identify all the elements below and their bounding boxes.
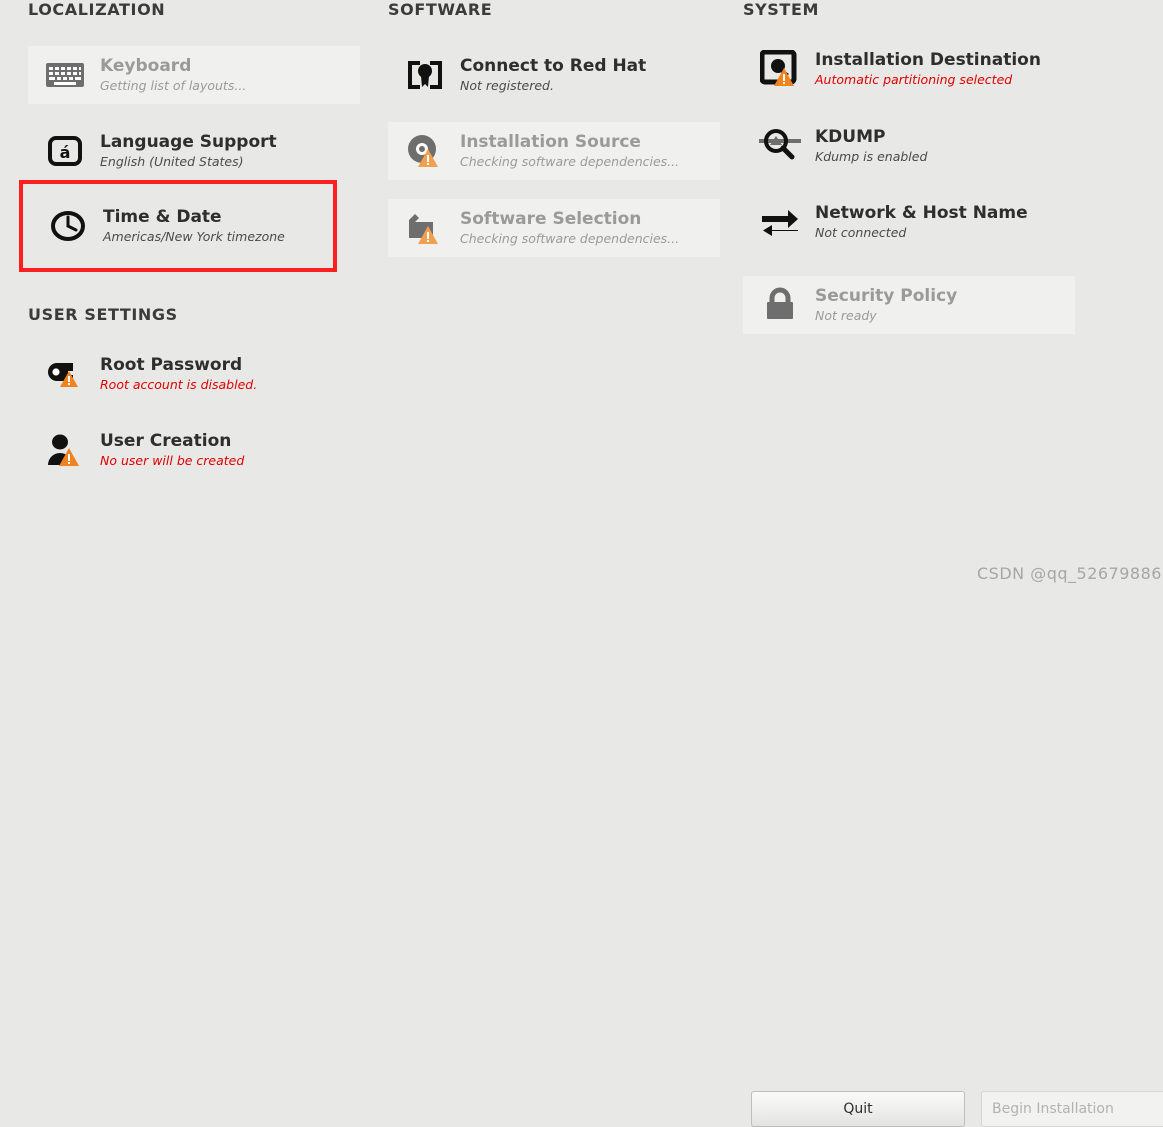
- spoke-time-and-date[interactable]: Time & Date Americas/New York timezone: [19, 180, 337, 272]
- section-title-software: SOFTWARE: [388, 0, 493, 19]
- spoke-title: Security Policy: [815, 286, 958, 306]
- kdump-icon: [757, 123, 803, 169]
- spoke-title: Keyboard: [100, 56, 192, 76]
- spoke-subtitle: Root account is disabled.: [100, 377, 258, 392]
- spoke-text: User Creation No user will be created: [100, 431, 244, 469]
- spoke-security-policy: Security Policy Not ready: [743, 276, 1075, 334]
- network-and-host-name-icon: [757, 199, 803, 245]
- software-selection-icon: [402, 205, 448, 251]
- begin-installation-button-label: Begin Installation: [992, 1101, 1114, 1117]
- anaconda-installation-summary-screen: LOCALIZATION Keyboard Getting list of la…: [0, 0, 1163, 1127]
- section-title-system: SYSTEM: [743, 0, 819, 19]
- footer-button-bar: Quit Begin Installation: [0, 534, 1163, 1127]
- spoke-subtitle: Checking software dependencies...: [460, 154, 680, 169]
- spoke-keyboard: Keyboard Getting list of layouts...: [28, 46, 360, 104]
- spoke-text: Network & Host Name Not connected: [815, 203, 1028, 241]
- spoke-text: Installation Destination Automatic parti…: [815, 50, 1041, 88]
- time-and-date-icon: [45, 203, 91, 249]
- language-support-icon: á: [42, 128, 88, 174]
- spoke-text: Installation Source Checking software de…: [460, 132, 679, 170]
- spoke-root-password[interactable]: Root Password Root account is disabled.: [28, 345, 360, 403]
- spoke-text: Language Support English (United States): [100, 132, 277, 170]
- quit-button[interactable]: Quit: [751, 1091, 965, 1127]
- spoke-subtitle: Not connected: [815, 225, 907, 240]
- spoke-user-creation[interactable]: User Creation No user will be created: [28, 421, 360, 479]
- spoke-installation-destination[interactable]: Installation Destination Automatic parti…: [743, 40, 1075, 98]
- spoke-connect-to-red-hat[interactable]: Connect to Red Hat Not registered.: [388, 46, 720, 104]
- spoke-network-and-host-name[interactable]: Network & Host Name Not connected: [743, 193, 1075, 251]
- spoke-text: Time & Date Americas/New York timezone: [103, 207, 285, 245]
- spoke-title: Language Support: [100, 132, 277, 152]
- spoke-subtitle: Not ready: [815, 308, 877, 323]
- installation-destination-icon: [757, 46, 803, 92]
- spoke-title: Network & Host Name: [815, 203, 1028, 223]
- spoke-software-selection: Software Selection Checking software dep…: [388, 199, 720, 257]
- keyboard-icon: [42, 52, 88, 98]
- spoke-title: Time & Date: [103, 207, 222, 227]
- spoke-title: Software Selection: [460, 209, 642, 229]
- quit-button-label: Quit: [843, 1101, 873, 1117]
- svg-text:á: á: [60, 143, 71, 162]
- spoke-kdump[interactable]: KDUMP Kdump is enabled: [743, 117, 1075, 175]
- spoke-title: KDUMP: [815, 127, 886, 147]
- spoke-text: Connect to Red Hat Not registered.: [460, 56, 646, 94]
- spoke-text: Root Password Root account is disabled.: [100, 355, 257, 393]
- spoke-subtitle: No user will be created: [100, 453, 245, 468]
- spoke-subtitle: Kdump is enabled: [815, 149, 928, 164]
- spoke-text: Software Selection Checking software dep…: [460, 209, 679, 247]
- spoke-subtitle: Not registered.: [460, 78, 554, 93]
- spoke-subtitle: English (United States): [100, 154, 244, 169]
- user-creation-icon: [42, 427, 88, 473]
- spoke-text: Security Policy Not ready: [815, 286, 957, 324]
- spoke-title: Installation Destination: [815, 50, 1041, 70]
- spoke-subtitle: Americas/New York timezone: [103, 229, 285, 244]
- connect-to-red-hat-icon: [402, 52, 448, 98]
- spoke-text: Keyboard Getting list of layouts...: [100, 56, 246, 94]
- spoke-subtitle: Automatic partitioning selected: [815, 72, 1013, 87]
- spoke-title: Installation Source: [460, 132, 641, 152]
- begin-installation-button: Begin Installation: [981, 1091, 1163, 1127]
- spoke-title: User Creation: [100, 431, 232, 451]
- spoke-title: Connect to Red Hat: [460, 56, 647, 76]
- spoke-text: KDUMP Kdump is enabled: [815, 127, 927, 165]
- installation-source-icon: [402, 128, 448, 174]
- spoke-installation-source: Installation Source Checking software de…: [388, 122, 720, 180]
- security-policy-icon: [757, 282, 803, 328]
- section-title-user-settings: USER SETTINGS: [28, 305, 178, 324]
- spoke-subtitle: Getting list of layouts...: [100, 78, 247, 93]
- spoke-title: Root Password: [100, 355, 243, 375]
- spoke-subtitle: Checking software dependencies...: [460, 231, 680, 246]
- spoke-language-support[interactable]: á Language Support English (United State…: [28, 122, 360, 180]
- root-password-icon: [42, 351, 88, 397]
- section-title-localization: LOCALIZATION: [28, 0, 166, 19]
